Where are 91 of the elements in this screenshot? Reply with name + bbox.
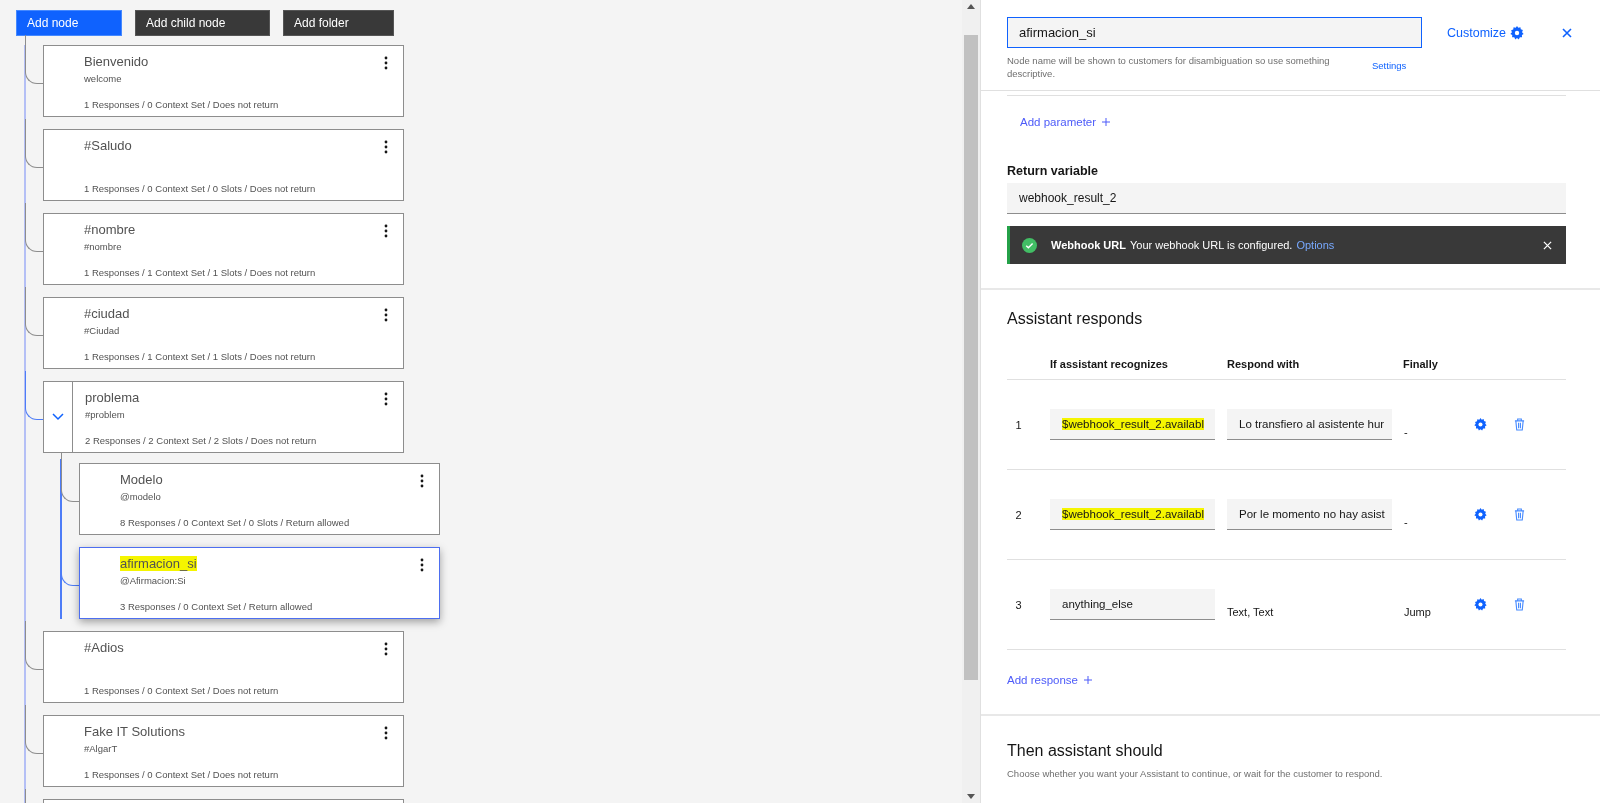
node-card[interactable]: Fake IT Solutions #AlgarT 1 Responses / 0 Context Set / Does not return [43, 715, 404, 787]
trash-icon[interactable] [1514, 418, 1525, 431]
overflow-menu-icon[interactable] [384, 140, 388, 154]
node-card[interactable]: #nombre #nombre 1 Responses / 1 Context Set / 1 Slots / Does not return [43, 213, 404, 285]
toolbar-button[interactable]: Add folder [283, 10, 394, 36]
notification-title: Webhook URL [1051, 239, 1126, 251]
node-title: #ciudad [84, 306, 130, 321]
return-variable-field[interactable]: webhook_result_2 [1007, 183, 1566, 214]
response-field[interactable]: Lo transfiero al asistente hur [1227, 409, 1392, 440]
settings-icon[interactable] [1510, 25, 1525, 40]
node-card[interactable]: Bienvenido welcome 1 Responses / 0 Context Set / Does not return [43, 45, 404, 117]
column-header: Respond with [1227, 358, 1301, 370]
settings-link[interactable]: Settings [1372, 60, 1407, 71]
overflow-menu-icon[interactable] [420, 474, 424, 488]
response-field[interactable]: Por le momento no hay asist [1227, 499, 1392, 530]
settings-icon[interactable] [1474, 418, 1487, 431]
overflow-menu-icon[interactable] [384, 56, 388, 70]
node-title: #Saludo [84, 138, 132, 153]
row-number: 1 [1014, 418, 1023, 431]
condition-field[interactable]: anything_else [1050, 589, 1215, 620]
toolbar-button[interactable]: Add node [16, 10, 122, 36]
overflow-menu-icon[interactable] [384, 224, 388, 238]
node-condition: @modelo [120, 491, 161, 502]
response-text: Text, Text [1227, 605, 1275, 618]
condition-field[interactable]: $webhook_result_2.availabl [1050, 499, 1215, 530]
field-label: Return variable [1007, 164, 1098, 178]
overflow-menu-icon[interactable] [420, 558, 424, 572]
condition-field[interactable]: $webhook_result_2.availabl [1050, 409, 1215, 440]
node-condition: @Afirmacion:Si [120, 575, 186, 586]
column-header: Finally [1403, 358, 1439, 370]
node-card[interactable]: #Adios 1 Responses / 0 Context Set / Does not return [43, 631, 404, 703]
node-condition: welcome [84, 73, 122, 84]
node-card[interactable]: problema #problem 2 Responses / 2 Context Set / 2 Slots / Does not return [43, 381, 404, 453]
finally-text: - [1404, 515, 1409, 528]
customize-link[interactable]: Customize [1447, 25, 1507, 40]
node-title: problema [85, 390, 140, 405]
plus-icon[interactable] [1083, 676, 1092, 684]
finally-text: Jump [1404, 605, 1432, 618]
scroll-up-icon[interactable] [967, 4, 975, 9]
node-card[interactable]: Modelo @modelo 8 Responses / 0 Context Set / 0 Slots / Return allowed [79, 463, 440, 535]
column-header: If assistant recognizes [1050, 358, 1169, 370]
add-response-link[interactable]: Add response [1007, 674, 1078, 686]
node-summary: 1 Responses / 1 Context Set / 1 Slots / Does not return [84, 351, 316, 362]
scrollbar[interactable] [962, 0, 980, 803]
node-condition: #AlgarT [84, 743, 118, 754]
settings-icon[interactable] [1474, 508, 1487, 521]
node-condition: #Ciudad [84, 325, 120, 336]
options-link[interactable]: Options [1296, 239, 1335, 251]
node-card[interactable]: afirmacion_si @Afirmacion:Si 3 Responses / 0 Context Set / Return allowed [79, 547, 440, 619]
overflow-menu-icon[interactable] [384, 392, 388, 406]
node-summary: 1 Responses / 0 Context Set / 0 Slots / Does not return [84, 183, 316, 194]
node-summary: 1 Responses / 0 Context Set / Does not return [84, 769, 279, 780]
overflow-menu-icon[interactable] [384, 642, 388, 656]
node-card[interactable]: #ciudad #Ciudad 1 Responses / 1 Context Set / 1 Slots / Does not return [43, 297, 404, 369]
node-condition: #problem [85, 409, 125, 420]
add-parameter-link[interactable]: Add parameter [1020, 116, 1097, 128]
section-title: Then assistant should [1007, 742, 1163, 760]
close-icon[interactable] [1562, 27, 1573, 38]
node-title: afirmacion_si [120, 556, 197, 571]
settings-icon[interactable] [1474, 598, 1487, 611]
checkmark-icon [1022, 237, 1037, 253]
node-summary: 1 Responses / 0 Context Set / Does not return [84, 99, 279, 110]
overflow-menu-icon[interactable] [384, 308, 388, 322]
chevron-down-icon[interactable] [52, 413, 64, 421]
node-title: Modelo [120, 472, 163, 487]
node-summary: 1 Responses / 1 Context Set / 1 Slots / Does not return [84, 267, 316, 278]
notification-message: Your webhook URL is configured. [1129, 239, 1293, 251]
node-card[interactable]: #Saludo 1 Responses / 0 Context Set / 0 Slots / Does not return [43, 129, 404, 201]
node-summary: 1 Responses / 0 Context Set / Does not return [84, 685, 279, 696]
toolbar-button[interactable]: Add child node [135, 10, 270, 36]
node-title: Fake IT Solutions [84, 724, 185, 739]
node-title: Bienvenido [84, 54, 149, 69]
scroll-down-icon[interactable] [967, 794, 975, 799]
node-condition: #nombre [84, 241, 122, 252]
section-title: Assistant responds [1007, 310, 1143, 328]
node-title: #nombre [84, 222, 136, 237]
overflow-menu-icon[interactable] [384, 726, 388, 740]
section-description: Choose whether you want your Assistant to continue, or wait for the customer to respond. [1007, 768, 1383, 779]
row-number: 3 [1014, 598, 1023, 611]
finally-text: - [1404, 425, 1409, 438]
node-summary: 8 Responses / 0 Context Set / 0 Slots / Return allowed [120, 517, 350, 528]
scrollbar-thumb[interactable] [964, 35, 978, 680]
row-number: 2 [1014, 508, 1023, 521]
helper-text: Node name will be shown to customers for disambiguation so use something descriptive. [1007, 54, 1331, 80]
plus-icon[interactable] [1102, 118, 1111, 126]
node-title: #Adios [84, 640, 124, 655]
trash-icon[interactable] [1514, 508, 1525, 521]
node-summary: 2 Responses / 2 Context Set / 2 Slots / Does not return [85, 435, 317, 446]
node-name-field[interactable]: afirmacion_si [1007, 17, 1422, 48]
trash-icon[interactable] [1514, 598, 1525, 611]
node-summary: 3 Responses / 0 Context Set / Return allowed [120, 601, 313, 612]
